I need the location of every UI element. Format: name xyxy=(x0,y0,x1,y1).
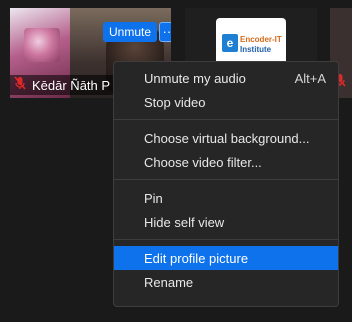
logo-text-line2: Institute xyxy=(240,45,272,54)
background-photo xyxy=(24,28,60,62)
menu-separator xyxy=(114,239,338,240)
menu-item-stop-video[interactable]: Stop video xyxy=(114,90,338,114)
menu-separator xyxy=(114,179,338,180)
participant-context-menu: Unmute my audio Alt+A Stop video Choose … xyxy=(113,61,339,307)
unmute-button[interactable]: Unmute xyxy=(103,22,158,42)
menu-item-video-filter[interactable]: Choose video filter... xyxy=(114,150,338,174)
menu-item-label: Stop video xyxy=(144,94,206,110)
menu-item-rename[interactable]: Rename xyxy=(114,270,338,294)
participant-name: Kēdār Ñāth P xyxy=(32,77,111,93)
menu-item-label: Choose video filter... xyxy=(144,154,262,170)
menu-item-label: Hide self view xyxy=(144,214,225,230)
menu-item-label: Edit profile picture xyxy=(144,250,249,266)
menu-item-label: Choose virtual background... xyxy=(144,130,310,146)
menu-item-label: Rename xyxy=(144,274,194,290)
logo-text-line1: Encoder-IT xyxy=(240,35,282,44)
participant-name-bar: Kēdār Ñāth P xyxy=(10,75,117,95)
menu-item-label: Pin xyxy=(144,190,163,206)
more-options-button[interactable]: ··· xyxy=(159,22,171,42)
menu-item-unmute-audio[interactable]: Unmute my audio Alt+A xyxy=(114,66,338,90)
menu-item-hide-self-view[interactable]: Hide self view xyxy=(114,210,338,234)
menu-separator xyxy=(114,119,338,120)
menu-item-pin[interactable]: Pin xyxy=(114,186,338,210)
menu-item-label: Unmute my audio xyxy=(144,70,246,86)
muted-mic-icon xyxy=(14,75,26,95)
menu-item-edit-profile-picture[interactable]: Edit profile picture xyxy=(114,246,338,270)
menu-item-virtual-background[interactable]: Choose virtual background... xyxy=(114,126,338,150)
logo-mark: e xyxy=(222,34,238,52)
shortcut-label: Alt+A xyxy=(294,70,326,86)
